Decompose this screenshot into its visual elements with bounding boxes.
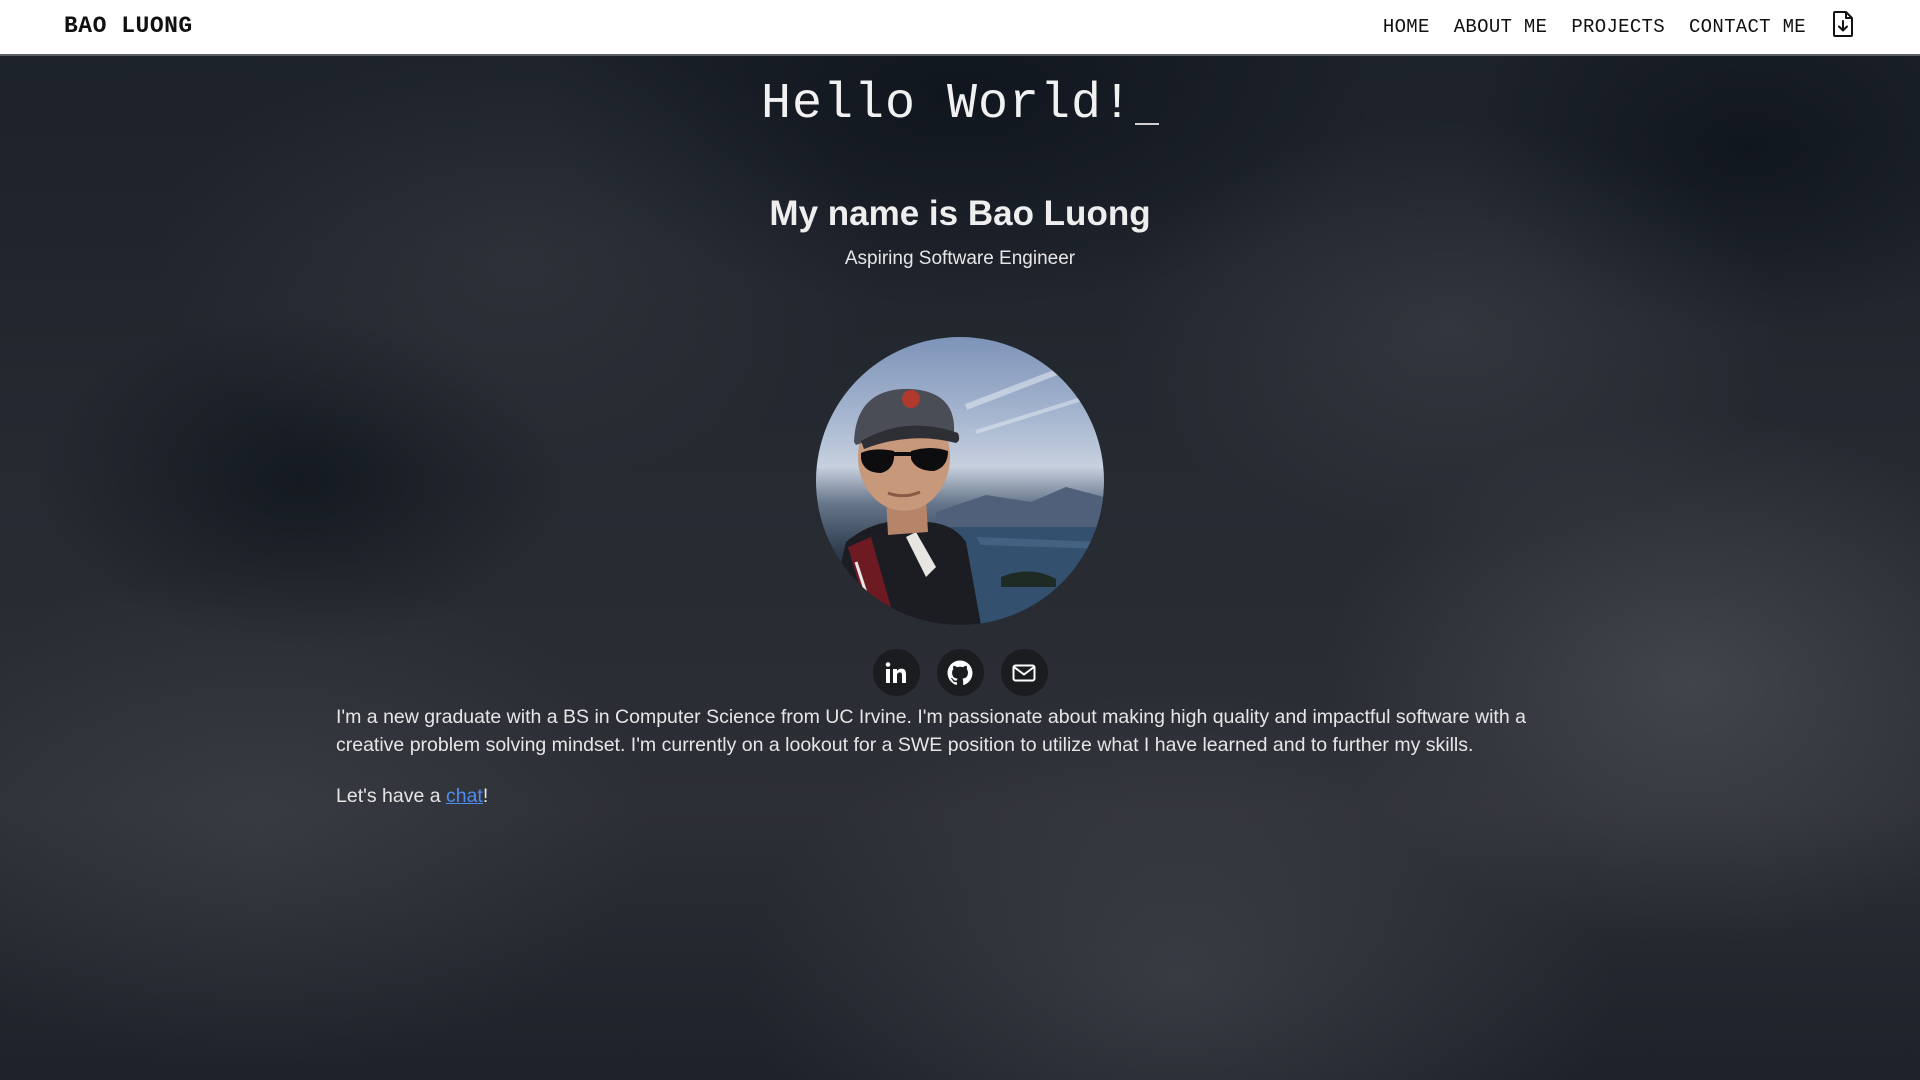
github-icon bbox=[947, 660, 973, 685]
mail-icon bbox=[1012, 664, 1036, 681]
nav-link-projects[interactable]: PROJECTS bbox=[1571, 16, 1665, 38]
chat-line: Let's have a chat! bbox=[336, 785, 488, 808]
linkedin-button[interactable] bbox=[872, 649, 920, 696]
brand-logo[interactable]: BAO LUONG bbox=[64, 13, 193, 39]
chat-prefix: Let's have a bbox=[336, 785, 446, 807]
name-heading: My name is Bao Luong bbox=[769, 194, 1151, 233]
hello-text: Hello World! bbox=[760, 76, 1134, 133]
file-download-icon[interactable] bbox=[1830, 9, 1856, 39]
profile-photo bbox=[816, 337, 1104, 625]
nav-link-home[interactable]: HOME bbox=[1383, 16, 1430, 38]
chat-link[interactable]: chat bbox=[446, 785, 483, 807]
tagline: Aspiring Software Engineer bbox=[844, 248, 1076, 269]
nav-link-contact-me[interactable]: CONTACT ME bbox=[1689, 16, 1806, 38]
typing-cursor bbox=[1135, 123, 1160, 125]
top-nav-bar: BAO LUONG HOME ABOUT ME PROJECTS CONTACT… bbox=[0, 0, 1920, 56]
main-content: Hello World! My name is Bao Luong Aspiri… bbox=[0, 56, 1920, 1080]
nav-links: HOME ABOUT ME PROJECTS CONTACT ME bbox=[1383, 0, 1856, 54]
hello-heading: Hello World! bbox=[0, 76, 1920, 133]
social-links bbox=[0, 649, 1920, 696]
chat-suffix: ! bbox=[482, 785, 489, 807]
github-button[interactable] bbox=[936, 649, 984, 696]
linkedin-icon bbox=[885, 661, 906, 683]
nav-link-about-me[interactable]: ABOUT ME bbox=[1454, 16, 1548, 38]
email-button[interactable] bbox=[1000, 649, 1048, 696]
bio-paragraph: I'm a new graduate with a BS in Computer… bbox=[336, 706, 1526, 756]
